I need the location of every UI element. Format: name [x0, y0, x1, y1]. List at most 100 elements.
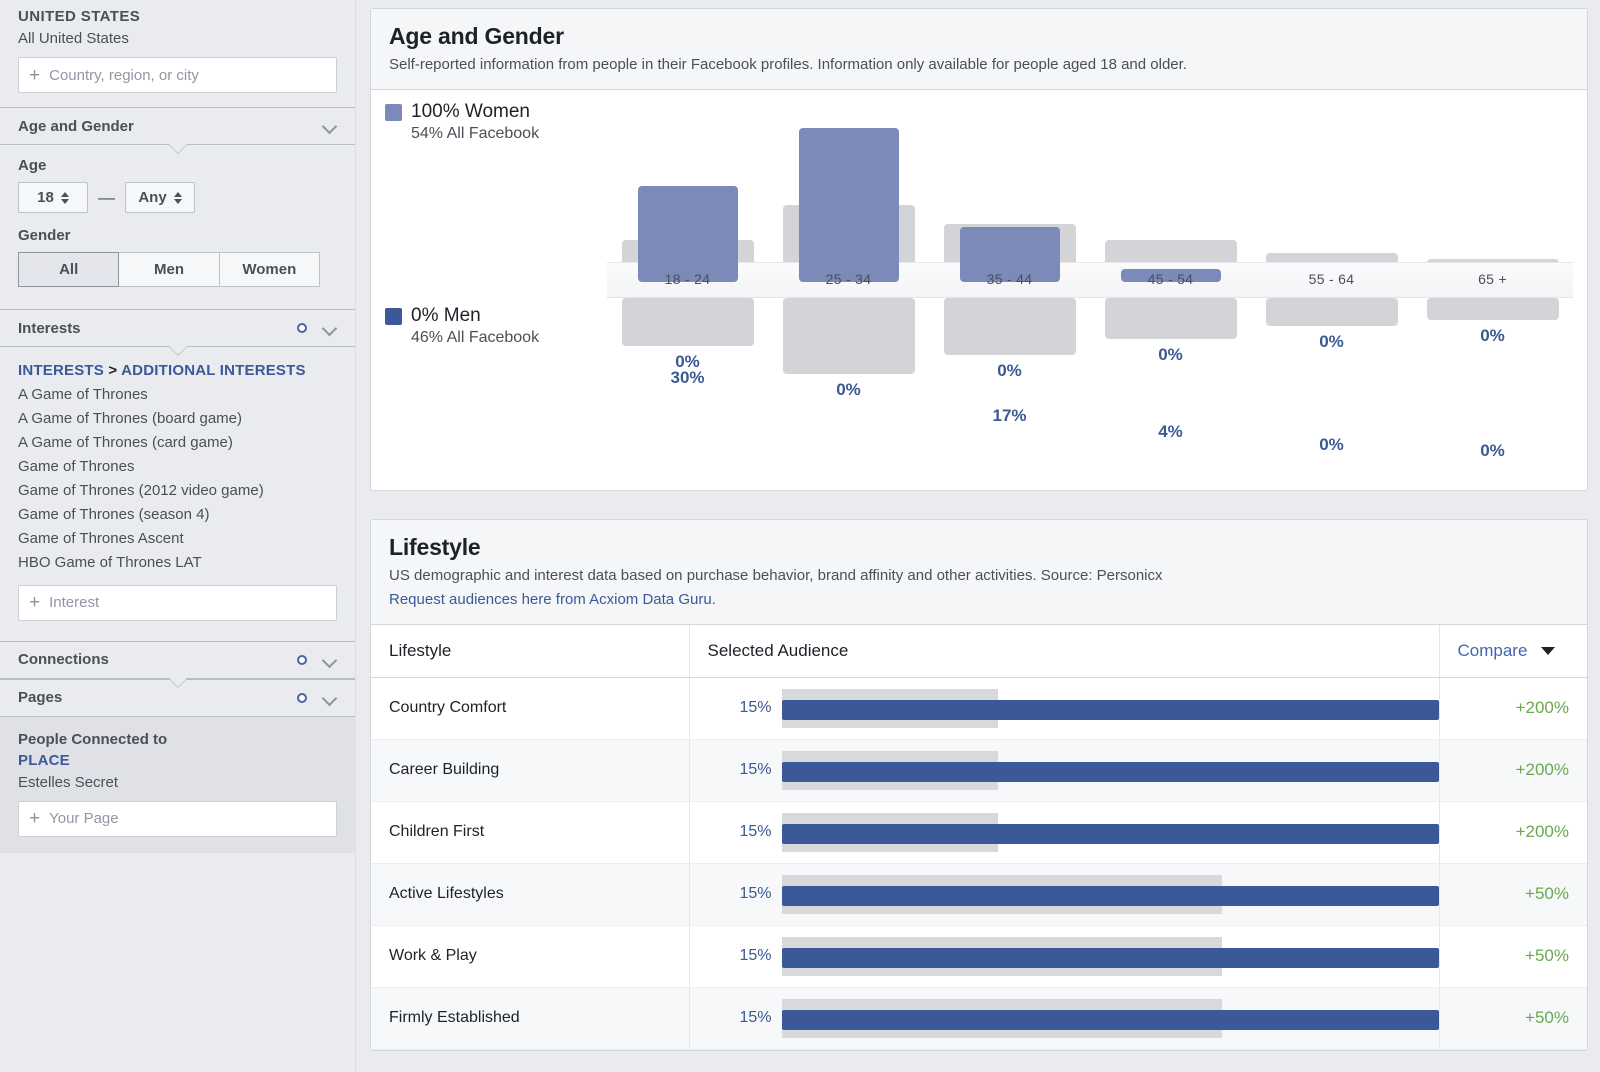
interest-list: A Game of Thrones A Game of Thrones (boa…: [18, 383, 337, 575]
location-filter: UNITED STATES All United States + Countr…: [0, 0, 355, 93]
section-header-age-gender[interactable]: Age and Gender: [0, 107, 355, 145]
chart-x-tick-label: 18 - 24: [607, 271, 768, 287]
interest-item[interactable]: Game of Thrones (2012 video game): [28, 479, 337, 503]
bar-label-men: 0%: [768, 380, 929, 400]
age-max-select[interactable]: Any: [125, 182, 195, 213]
bar-zone: [782, 740, 1439, 801]
selected-audience-cell: 15%: [689, 863, 1439, 925]
spacer: [0, 93, 355, 107]
selected-audience-bar: [782, 824, 1439, 844]
section-icons: [297, 693, 339, 703]
bar-label-men: 0%: [1090, 345, 1251, 365]
lifestyle-table: Lifestyle Selected Audience Compare Coun…: [371, 625, 1587, 1050]
selected-audience-bar: [782, 700, 1439, 720]
chevron-down-icon[interactable]: [323, 121, 339, 131]
legend-row-women: 100% Women: [385, 100, 539, 124]
lifestyle-description: US demographic and interest data based o…: [389, 566, 1569, 586]
bar-all-facebook-men: [1266, 298, 1398, 327]
location-input-placeholder: Country, region, or city: [49, 67, 199, 84]
audience-percent-value: 15%: [690, 885, 782, 903]
section-header-interests[interactable]: Interests: [0, 309, 355, 347]
interest-item[interactable]: Game of Thrones (season 4): [28, 503, 337, 527]
legend-men: 0% Men 46% All Facebook: [385, 304, 539, 348]
column-header-compare[interactable]: Compare: [1439, 625, 1587, 678]
gender-option-all[interactable]: All: [18, 252, 119, 287]
chevron-down-icon[interactable]: [323, 655, 339, 665]
lifestyle-name-cell: Work & Play: [371, 925, 689, 987]
bar-label-women: 0%: [1251, 435, 1412, 455]
info-dot-icon[interactable]: [297, 693, 307, 703]
table-row[interactable]: Firmly Established15%+50%: [371, 987, 1587, 1049]
lifestyle-name-cell: Children First: [371, 801, 689, 863]
bar-selected-women: [799, 128, 899, 282]
legend-swatch-men-icon: [385, 308, 402, 325]
acxiom-request-link[interactable]: Request audiences here from Acxiom Data …: [389, 590, 1569, 610]
age-gender-card: Age and Gender Self-reported information…: [370, 8, 1588, 491]
age-min-value: 18: [37, 189, 54, 206]
gender-option-men[interactable]: Men: [119, 252, 219, 287]
chart-x-tick-label: 65 +: [1412, 271, 1573, 287]
selected-audience-bar: [782, 886, 1439, 906]
selected-audience-cell: 15%: [689, 739, 1439, 801]
section-title-connections: Connections: [18, 651, 297, 668]
plus-icon: +: [29, 66, 40, 85]
bar-label-women: 17%: [929, 406, 1090, 426]
bar-all-facebook-men: [1105, 298, 1237, 340]
breadcrumb[interactable]: INTERESTS > ADDITIONAL INTERESTS: [18, 361, 337, 380]
column-header-lifestyle: Lifestyle: [371, 625, 689, 678]
legend-swatch-women-icon: [385, 104, 402, 121]
info-dot-icon[interactable]: [297, 655, 307, 665]
interest-item[interactable]: A Game of Thrones (board game): [28, 407, 337, 431]
selected-audience-bar: [782, 948, 1439, 968]
legend-row-men: 0% Men: [385, 304, 539, 328]
compare-value-cell: +50%: [1439, 925, 1587, 987]
chevron-down-icon[interactable]: [323, 323, 339, 333]
your-page-placeholder: Your Page: [49, 810, 119, 827]
audience-percent-value: 15%: [690, 1009, 782, 1027]
info-dot-icon[interactable]: [297, 323, 307, 333]
table-row[interactable]: Work & Play15% +50%: [371, 925, 1587, 987]
bar-label-women: 4%: [1090, 422, 1251, 442]
section-caret-indicator: [169, 678, 187, 687]
breadcrumb-leaf[interactable]: ADDITIONAL INTERESTS: [121, 362, 306, 379]
table-row[interactable]: Country Comfort15%+200%: [371, 677, 1587, 739]
bar-all-facebook-men: [1427, 298, 1559, 320]
interest-input-placeholder: Interest: [49, 594, 99, 611]
interest-item[interactable]: A Game of Thrones (card game): [28, 431, 337, 455]
compare-value-cell: +50%: [1439, 863, 1587, 925]
legend-women-value: 100% Women: [411, 100, 530, 124]
lifestyle-title: Lifestyle: [389, 534, 1569, 561]
age-min-select[interactable]: 18: [18, 182, 88, 213]
gender-label: Gender: [18, 227, 337, 244]
table-row[interactable]: Children First15%+200%: [371, 801, 1587, 863]
bar-label-men: 0%: [1251, 332, 1412, 352]
section-header-connections[interactable]: Connections: [0, 641, 355, 679]
interest-input[interactable]: + Interest: [18, 585, 337, 621]
bar-all-facebook-men: [622, 298, 754, 346]
compare-label: Compare: [1458, 641, 1528, 660]
main-content: Age and Gender Self-reported information…: [356, 0, 1600, 1072]
audience-percent-value: 15%: [690, 947, 782, 965]
location-input[interactable]: + Country, region, or city: [18, 57, 337, 93]
section-caret-indicator: [169, 144, 187, 153]
interest-item[interactable]: HBO Game of Thrones LAT: [28, 551, 337, 575]
interest-item[interactable]: Game of Thrones Ascent: [28, 527, 337, 551]
gender-option-women[interactable]: Women: [220, 252, 320, 287]
location-subtitle: All United States: [18, 30, 337, 47]
bar-zone: [782, 802, 1439, 863]
table-row[interactable]: Active Lifestyles15%+50%: [371, 863, 1587, 925]
age-label: Age: [18, 157, 337, 174]
place-label[interactable]: PLACE: [18, 752, 337, 769]
interest-item[interactable]: A Game of Thrones: [28, 383, 337, 407]
chart-x-tick-label: 45 - 54: [1090, 271, 1251, 287]
your-page-input[interactable]: + Your Page: [18, 801, 337, 837]
section-title-interests: Interests: [18, 320, 297, 337]
bar-all-facebook-men: [783, 298, 915, 375]
interest-item[interactable]: Game of Thrones: [28, 455, 337, 479]
age-range-dash: —: [98, 188, 115, 208]
location-title: UNITED STATES: [18, 0, 337, 25]
selected-audience-cell: 15%: [689, 801, 1439, 863]
breadcrumb-root[interactable]: INTERESTS: [18, 362, 104, 379]
chevron-down-icon[interactable]: [323, 693, 339, 703]
table-row[interactable]: Career Building15%+200%: [371, 739, 1587, 801]
